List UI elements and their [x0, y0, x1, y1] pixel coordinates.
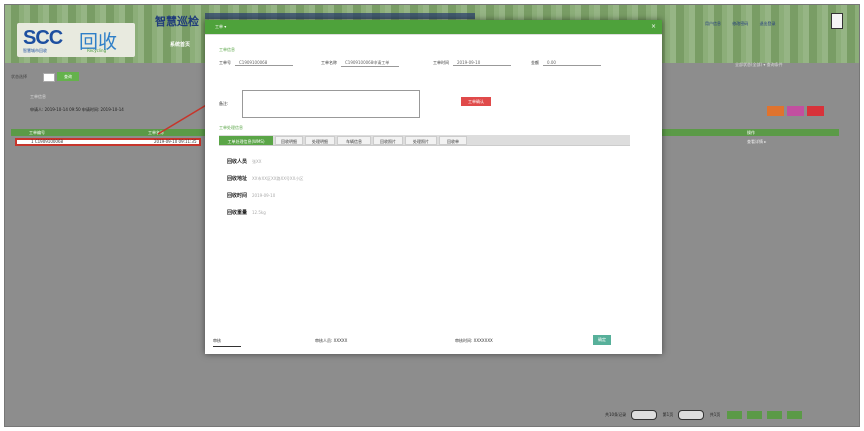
field-order-time: 工单时间 2019-09-10 [433, 60, 511, 66]
field-label: 工单时间 [433, 60, 449, 65]
detail-value: 张XX [252, 159, 262, 164]
remark-label: 备注: [219, 101, 229, 106]
field-value[interactable]: 2019-09-10 [453, 60, 511, 66]
confirm-button[interactable]: 确定 [593, 335, 611, 345]
dialog-body: 工单信息 工单号 C1909100068 工单名称 C1909100068申请工单 … [205, 34, 662, 355]
confirm-order-button[interactable]: 工单确认 [461, 97, 491, 106]
footer-underline [213, 346, 241, 347]
field-label: 工单名称 [321, 60, 337, 65]
detail-weight: 回收重量 12.5kg [227, 209, 266, 216]
detail-address: 回收地址 XX市XX区XX路XX号XX小区 [227, 175, 303, 182]
detail-tabs: 工单处理信息(WMS) 回收明细 处理明细 车辆信息 回收照片 处理照片 回收单 [219, 135, 630, 146]
field-value[interactable]: C1909100068申请工单 [341, 60, 399, 67]
footer-audit-label: 审核 [213, 338, 221, 343]
detail-value: 2019-09-10 [252, 193, 276, 198]
detail-recycler: 回收人员 张XX [227, 158, 262, 165]
detail-label: 回收时间 [227, 193, 248, 199]
work-order-dialog: 工单 ▾ × 工单信息 工单号 C1909100068 工单名称 C19091000… [205, 20, 662, 354]
field-order-no: 工单号 C1909100068 [219, 60, 293, 66]
tab-recycle-slip[interactable]: 回收单 [439, 136, 467, 145]
field-label: 工单号 [219, 60, 231, 65]
footer-auditor: 审核人员: XXXXX [315, 338, 348, 343]
detail-value: 12.5kg [252, 210, 266, 215]
dialog-header: 工单 ▾ × [205, 20, 662, 34]
field-label: 金额 [531, 60, 539, 65]
footer-audit-time: 审核时间: XXXXXXX [455, 338, 493, 343]
tab-vehicle-info[interactable]: 车辆信息 [337, 136, 371, 145]
field-value[interactable]: C1909100068 [235, 60, 293, 66]
detail-value: XX市XX区XX路XX号XX小区 [252, 176, 304, 181]
remark-textarea[interactable] [242, 90, 420, 118]
tab-recycle-photo[interactable]: 回收照片 [373, 136, 403, 145]
detail-label: 回收人员 [227, 159, 248, 165]
section-title-process: 工单处理信息 [219, 125, 243, 130]
tab-process-detail[interactable]: 处理明细 [305, 136, 335, 145]
dialog-tab[interactable]: 工单 ▾ [215, 24, 226, 30]
section-title-order: 工单信息 [219, 47, 235, 52]
tab-process-photo[interactable]: 处理照片 [405, 136, 437, 145]
field-value[interactable]: 0.00 [543, 60, 601, 66]
detail-time: 回收时间 2019-09-10 [227, 192, 275, 199]
close-icon[interactable]: × [651, 23, 656, 30]
field-amount: 金额 0.00 [531, 60, 601, 66]
tab-process-info[interactable]: 工单处理信息(WMS) [219, 136, 273, 145]
tab-recycle-detail[interactable]: 回收明细 [275, 136, 303, 145]
detail-label: 回收重量 [227, 210, 248, 216]
detail-label: 回收地址 [227, 176, 248, 182]
field-order-name: 工单名称 C1909100068申请工单 [321, 60, 399, 67]
